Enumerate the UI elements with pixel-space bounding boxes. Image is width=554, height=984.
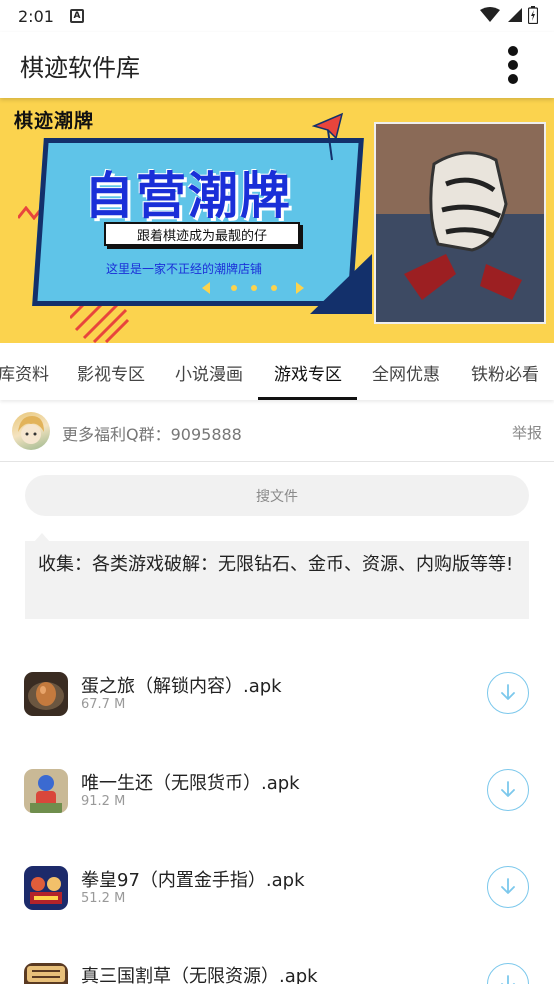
kof97-game-icon: [24, 866, 68, 910]
corner-triangle-icon: [310, 254, 372, 314]
egg-game-icon: [24, 672, 68, 716]
download-icon: [501, 878, 515, 894]
description-text: 收集：各类游戏破解：无限钻石、金币、资源、内购版等等!: [25, 541, 529, 619]
status-time: 2:01: [18, 6, 54, 26]
tab-fans[interactable]: 铁粉必看: [471, 345, 539, 400]
more-vertical-icon[interactable]: [502, 44, 524, 86]
three-kingdoms-game-icon: [24, 963, 68, 984]
sneaker-photo: [374, 122, 546, 324]
download-button[interactable]: [487, 963, 529, 984]
tab-library[interactable]: 库资料: [0, 345, 49, 400]
category-tabs: 库资料 影视专区 小说漫画 游戏专区 全网优惠 铁粉必看: [0, 345, 554, 400]
a-icon: A: [69, 9, 84, 23]
list-item[interactable]: 唯一生还（无限货币）.apk 91.2 M: [0, 742, 554, 839]
tab-movies[interactable]: 影视专区: [77, 345, 145, 400]
app-title: 棋迹软件库: [20, 53, 140, 82]
wifi-icon: [480, 7, 500, 22]
group-info-row[interactable]: 更多福利Q群：9095888 举报: [0, 404, 554, 462]
tab-deals[interactable]: 全网优惠: [372, 345, 440, 400]
file-name: 真三国割草（无限资源）.apk: [81, 966, 318, 984]
banner-subline: 这里是一家不正经的潮牌店铺: [106, 262, 263, 276]
download-button[interactable]: [487, 866, 529, 908]
file-size: 51.2 M: [81, 891, 126, 906]
group-text: 更多福利Q群：9095888: [62, 424, 242, 444]
survivor-game-icon: [24, 769, 68, 813]
status-icons: [480, 6, 538, 24]
tab-novels[interactable]: 小说漫画: [175, 345, 243, 400]
file-size: 67.7 M: [81, 697, 126, 712]
search-input[interactable]: 搜文件: [25, 475, 529, 516]
download-button[interactable]: [487, 769, 529, 811]
signal-icon: [508, 8, 522, 22]
file-size: 91.2 M: [81, 794, 126, 809]
list-item[interactable]: 拳皇97（内置金手指）.apk 51.2 M: [0, 839, 554, 936]
banner-ribbon: 跟着棋迹成为最靓的仔: [104, 222, 300, 246]
download-icon: [501, 975, 515, 984]
download-icon: [501, 781, 515, 797]
file-name: 蛋之旅（解锁内容）.apk: [81, 676, 282, 697]
file-name: 唯一生还（无限货币）.apk: [81, 773, 300, 794]
app-bar: 棋迹软件库: [0, 32, 554, 98]
report-link[interactable]: 举报: [512, 422, 542, 443]
download-icon: [501, 684, 515, 700]
banner-headline: 自营潮牌: [84, 167, 292, 225]
battery-icon: [528, 6, 538, 24]
tab-indicator: [258, 397, 357, 400]
promo-banner[interactable]: 棋迹潮牌 自营潮牌 跟着棋迹成为最靓的仔 这里是一家不正经的潮牌店铺: [0, 98, 554, 343]
banner-brand: 棋迹潮牌: [14, 110, 95, 132]
bow-decoration-icon: [312, 112, 344, 161]
list-item[interactable]: 蛋之旅（解锁内容）.apk 67.7 M: [0, 645, 554, 742]
avatar[interactable]: [12, 412, 50, 450]
file-name: 拳皇97（内置金手指）.apk: [81, 870, 305, 891]
carousel-dots-icon: [202, 282, 304, 294]
list-item[interactable]: 真三国割草（无限资源）.apk: [0, 936, 554, 984]
status-bar: 2:01 A: [0, 0, 554, 32]
tab-games[interactable]: 游戏专区: [274, 345, 342, 400]
download-button[interactable]: [487, 672, 529, 714]
